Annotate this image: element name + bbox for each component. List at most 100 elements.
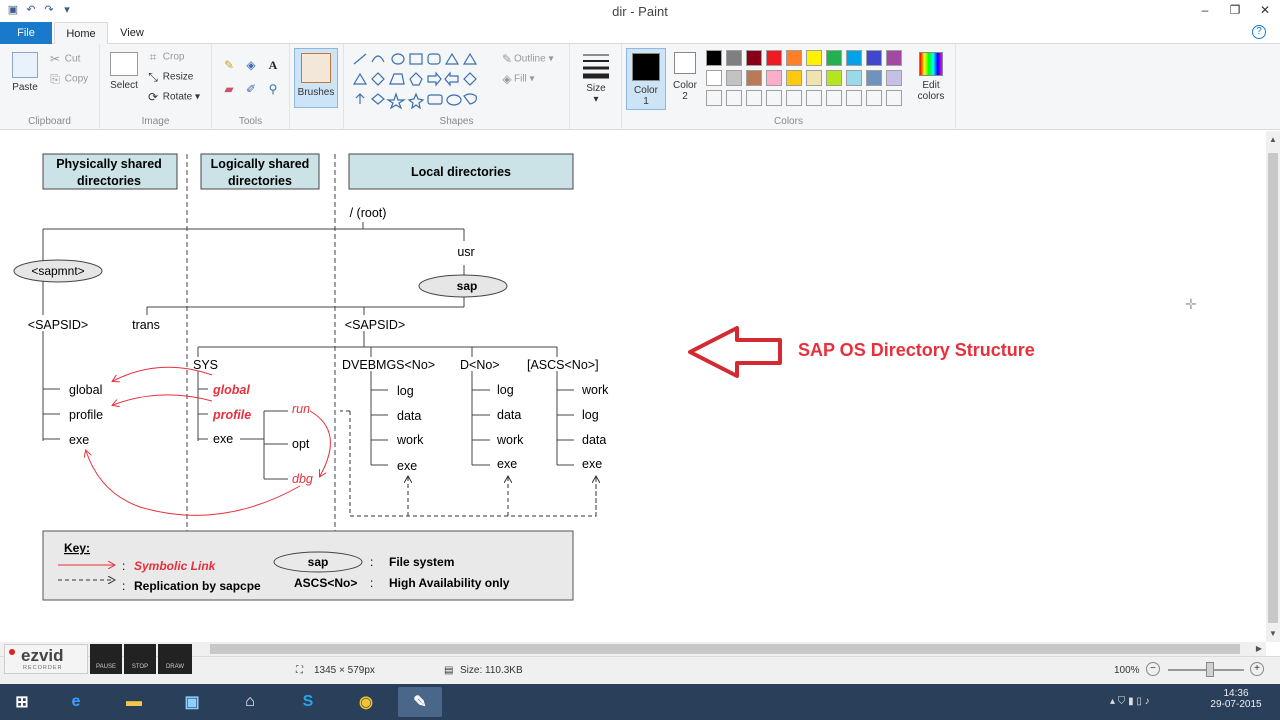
palette-swatch[interactable] xyxy=(866,50,882,66)
vertical-scrollbar[interactable]: ▲ ▼ xyxy=(1266,131,1280,642)
copy-button[interactable]: ⎘ Copy xyxy=(48,72,88,86)
cut-button[interactable]: ✂ Cut xyxy=(48,52,80,66)
sys-label: SYS xyxy=(193,358,218,372)
palette-swatch[interactable] xyxy=(826,70,842,86)
remote-desktop-icon[interactable]: ▣ xyxy=(170,687,214,717)
palette-swatch[interactable] xyxy=(846,50,862,66)
zoom-slider-thumb[interactable] xyxy=(1206,662,1214,677)
ezvid-stop-button[interactable]: STOP xyxy=(124,644,156,674)
palette-swatch-empty[interactable] xyxy=(866,90,882,106)
palette-swatch-empty[interactable] xyxy=(786,90,802,106)
clock-time: 14:36 xyxy=(1223,688,1249,699)
color2-button[interactable]: Color 2 xyxy=(670,52,700,102)
tab-view[interactable]: View xyxy=(112,22,152,44)
palette-swatch-empty[interactable] xyxy=(726,90,742,106)
palette-swatch-empty[interactable] xyxy=(706,90,722,106)
clock[interactable]: 14:36 29-07-2015 xyxy=(1206,688,1266,710)
palette-swatch-empty[interactable] xyxy=(746,90,762,106)
palette-swatch[interactable] xyxy=(806,50,822,66)
palette-swatch[interactable] xyxy=(886,50,902,66)
palette-swatch-empty[interactable] xyxy=(766,90,782,106)
fill-bucket-icon[interactable]: ◈ xyxy=(244,58,258,72)
palette-swatch[interactable] xyxy=(766,50,782,66)
palette-swatch-empty[interactable] xyxy=(826,90,842,106)
horizontal-scroll-thumb[interactable] xyxy=(210,644,1240,654)
record-dot-icon xyxy=(9,649,15,655)
palette-swatch-empty[interactable] xyxy=(846,90,862,106)
palette-swatch[interactable] xyxy=(726,70,742,86)
key-title: Key: xyxy=(64,541,90,555)
ezvid-sub-label: RECORDER xyxy=(23,665,63,671)
size-button[interactable]: Size ▾ xyxy=(578,50,614,105)
zoom-out-button[interactable]: − xyxy=(1146,662,1160,676)
paste-button[interactable]: Paste xyxy=(8,52,42,93)
shapes-gallery[interactable] xyxy=(350,50,490,110)
edit-colors-label: Edit xyxy=(922,80,940,91)
paste-icon xyxy=(12,52,38,78)
fill-dropdown[interactable]: ◈ Fill ▾ xyxy=(500,72,534,86)
root-label: / (root) xyxy=(350,206,387,220)
home-icon[interactable]: ⌂ xyxy=(228,687,272,717)
outline-dropdown[interactable]: ✎ Outline ▾ xyxy=(500,52,554,66)
image-group: Select ⌗ Crop ⤡ Resize ⟳ Rotate ▾ Image xyxy=(100,44,212,130)
palette-swatch[interactable] xyxy=(746,50,762,66)
internet-explorer-icon[interactable]: e xyxy=(54,687,98,717)
help-icon[interactable]: ? xyxy=(1252,25,1266,39)
scroll-down-icon[interactable]: ▼ xyxy=(1269,629,1277,638)
palette-swatch-empty[interactable] xyxy=(806,90,822,106)
maximize-button[interactable]: ❐ xyxy=(1220,0,1250,20)
palette-swatch[interactable] xyxy=(746,70,762,86)
paste-label: Paste xyxy=(12,82,38,93)
eraser-icon[interactable]: ▰ xyxy=(222,82,236,96)
tab-home[interactable]: Home xyxy=(54,22,108,45)
palette-swatch[interactable] xyxy=(826,50,842,66)
text-tool-icon[interactable]: A xyxy=(266,58,280,72)
select-button[interactable]: Select xyxy=(106,52,142,91)
key-colon-3: : xyxy=(370,555,373,569)
palette-swatch[interactable] xyxy=(786,70,802,86)
paint-taskbar-icon[interactable]: ✎ xyxy=(398,687,442,717)
profile-link-label: profile xyxy=(212,408,251,422)
palette-swatch[interactable] xyxy=(706,70,722,86)
size-label: Size xyxy=(586,83,606,94)
palette-swatch-empty[interactable] xyxy=(886,90,902,106)
file-explorer-icon[interactable]: ▬ xyxy=(112,687,156,717)
zoom-in-button[interactable]: + xyxy=(1250,662,1264,676)
ezvid-pause-button[interactable]: PAUSE xyxy=(90,644,122,674)
dno-label: D<No> xyxy=(460,358,500,372)
system-tray-icons[interactable]: ▴ ⛉ ▮ ▯ ♪ xyxy=(1110,696,1150,707)
rotate-button[interactable]: ⟳ Rotate ▾ xyxy=(146,90,200,104)
edit-colors-button[interactable]: Edit colors xyxy=(912,52,950,102)
fill-icon: ◈ xyxy=(502,72,512,86)
color-picker-icon[interactable]: ✐ xyxy=(244,82,258,96)
tab-file[interactable]: File xyxy=(0,22,52,44)
resize-button[interactable]: ⤡ Resize xyxy=(146,70,193,84)
chrome-icon[interactable]: ◉ xyxy=(344,687,388,717)
pencil-icon[interactable]: ✎ xyxy=(222,58,236,72)
palette-swatch[interactable] xyxy=(726,50,742,66)
crop-button[interactable]: ⌗ Crop xyxy=(146,50,185,64)
palette-swatch[interactable] xyxy=(886,70,902,86)
palette-swatch[interactable] xyxy=(866,70,882,86)
palette-swatch[interactable] xyxy=(706,50,722,66)
scroll-right-icon[interactable]: ▶ xyxy=(1256,644,1262,653)
color2-label: Color xyxy=(673,80,697,91)
palette-swatch[interactable] xyxy=(806,70,822,86)
palette-swatch[interactable] xyxy=(766,70,782,86)
run-label: run xyxy=(292,402,310,416)
minimize-button[interactable]: – xyxy=(1190,0,1220,20)
skype-icon[interactable]: S xyxy=(286,687,330,717)
palette-swatch[interactable] xyxy=(846,70,862,86)
directory-item: log xyxy=(582,408,599,422)
window-controls: – ❐ ✕ xyxy=(1190,0,1280,20)
scroll-up-icon[interactable]: ▲ xyxy=(1269,135,1277,144)
sapmnt-label: <sapmnt> xyxy=(31,264,84,278)
magnifier-icon[interactable]: ⚲ xyxy=(266,82,280,96)
start-button[interactable]: ⊞ xyxy=(0,687,44,717)
vertical-scroll-thumb[interactable] xyxy=(1268,153,1278,623)
color1-button[interactable]: Color 1 xyxy=(626,48,666,110)
palette-swatch[interactable] xyxy=(786,50,802,66)
ezvid-draw-button[interactable]: DRAW xyxy=(158,644,192,674)
close-button[interactable]: ✕ xyxy=(1250,0,1280,20)
brushes-button[interactable]: Brushes xyxy=(294,48,338,108)
